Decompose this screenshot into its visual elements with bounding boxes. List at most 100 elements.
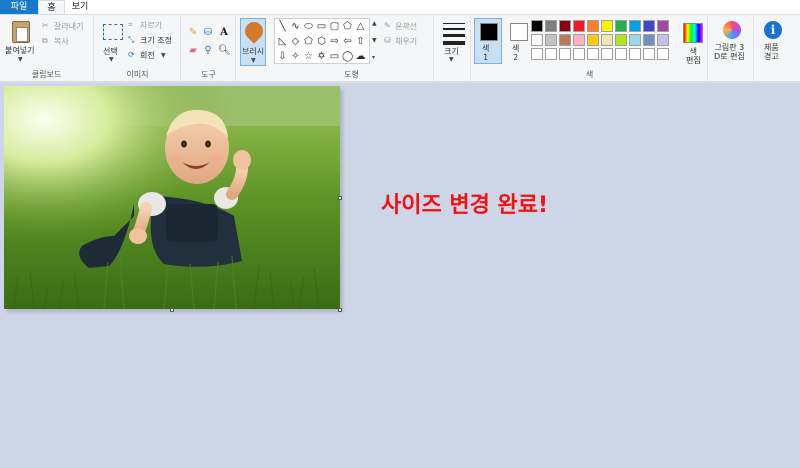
rectangle-icon[interactable]: ▭: [316, 21, 327, 32]
arrow-up-icon[interactable]: ⇧: [355, 36, 366, 47]
rotate-button[interactable]: 회전: [140, 50, 155, 61]
palette-swatch[interactable]: [601, 34, 613, 46]
palette-swatch[interactable]: [531, 34, 543, 46]
color2-button[interactable]: 색 2: [504, 18, 532, 64]
palette-swatch[interactable]: [643, 34, 655, 46]
hexagon-icon[interactable]: ⬡: [316, 36, 327, 47]
arrow-right-icon[interactable]: ⇨: [329, 36, 340, 47]
palette-swatch[interactable]: [657, 48, 669, 60]
colors-group-label: 색: [585, 70, 594, 79]
palette-swatch[interactable]: [587, 20, 599, 32]
palette-swatch[interactable]: [615, 20, 627, 32]
text-icon[interactable]: A: [218, 27, 230, 39]
palette-swatch[interactable]: [559, 48, 571, 60]
palette-swatch[interactable]: [559, 20, 571, 32]
palette-swatch[interactable]: [629, 34, 641, 46]
gallery-scroll-down-icon[interactable]: ▼: [372, 37, 377, 44]
diamond-icon[interactable]: ◇: [290, 36, 301, 47]
color-picker-icon[interactable]: ⚲: [202, 45, 214, 57]
palette-swatch[interactable]: [615, 34, 627, 46]
resize-icon: ⤡: [128, 35, 135, 44]
copy-button[interactable]: 복사: [54, 36, 69, 47]
right-triangle-icon[interactable]: ◺: [277, 36, 288, 47]
palette-swatch[interactable]: [643, 20, 655, 32]
curve-icon[interactable]: ∿: [290, 21, 301, 32]
palette-swatch[interactable]: [573, 48, 585, 60]
palette-swatch[interactable]: [657, 34, 669, 46]
palette-swatch[interactable]: [643, 48, 655, 60]
star5-icon[interactable]: ☆: [303, 51, 314, 62]
chevron-down-icon[interactable]: ▼: [449, 56, 454, 63]
callout-rect-icon[interactable]: ▭: [329, 51, 340, 62]
palette-swatch[interactable]: [601, 48, 613, 60]
paste-icon[interactable]: [12, 21, 30, 43]
drawing-canvas[interactable]: [4, 86, 340, 309]
palette-swatch[interactable]: [531, 48, 543, 60]
product-alert-button[interactable]: 제품 경고: [764, 43, 779, 61]
callout-oval-icon[interactable]: ◯: [342, 51, 353, 62]
crop-button[interactable]: 자르기: [140, 20, 162, 31]
edit-colors-icon[interactable]: [683, 23, 703, 43]
magnifier-icon[interactable]: 🔍︎: [218, 45, 231, 57]
resize-handle-corner[interactable]: [338, 308, 342, 312]
brush-label: 브러시: [242, 47, 265, 56]
edit-colors-button[interactable]: 색 편집: [686, 47, 701, 65]
color1-button[interactable]: 색 1: [474, 18, 502, 64]
triangle-icon[interactable]: △: [355, 21, 366, 32]
palette-swatch[interactable]: [629, 20, 641, 32]
tab-file[interactable]: 파일: [0, 0, 38, 14]
pentagon-icon[interactable]: ⬠: [303, 36, 314, 47]
palette-swatch[interactable]: [573, 20, 585, 32]
paint3d-icon[interactable]: [723, 21, 741, 39]
rounded-rectangle-icon[interactable]: ▢: [329, 21, 340, 32]
gallery-scroll-up-icon[interactable]: ▲: [372, 20, 377, 27]
fill-shape-icon: ⛁: [384, 36, 391, 45]
chevron-down-icon[interactable]: ▼: [18, 56, 23, 63]
cut-button[interactable]: 잘라내기: [54, 21, 83, 32]
size-line-2: [443, 28, 465, 30]
ribbon: 붙여넣기 ▼ ✂ 잘라내기 ⧉ 복사 클립보드 선택 ▼ ⌗ 자르기 ⤡ 크기 …: [0, 14, 800, 82]
alert-group: i 제품 경고: [755, 15, 800, 82]
info-icon[interactable]: i: [764, 21, 782, 39]
palette-swatch[interactable]: [657, 20, 669, 32]
resize-handle-right[interactable]: [338, 196, 342, 200]
tab-view[interactable]: 보기: [65, 0, 95, 14]
palette-swatch[interactable]: [559, 34, 571, 46]
palette-swatch[interactable]: [629, 48, 641, 60]
palette-swatch[interactable]: [601, 20, 613, 32]
oval-icon[interactable]: ⬭: [303, 21, 314, 32]
polygon-icon[interactable]: ⬠: [342, 21, 353, 32]
eraser-icon[interactable]: ▰: [187, 45, 199, 57]
resize-complete-caption: 사이즈 변경 완료!: [381, 193, 549, 218]
gallery-expand-icon[interactable]: ▾: [372, 54, 375, 61]
resize-handle-bottom[interactable]: [170, 308, 174, 312]
line-icon[interactable]: ╲: [277, 21, 288, 32]
palette-swatch[interactable]: [573, 34, 585, 46]
rotate-icon: ⟳: [128, 50, 135, 59]
pencil-icon[interactable]: ✎: [187, 27, 199, 39]
brush-button[interactable]: 브러시 ▼: [240, 18, 267, 66]
callout-cloud-icon[interactable]: ☁: [355, 51, 366, 62]
palette-swatch[interactable]: [587, 34, 599, 46]
chevron-down-icon[interactable]: ▼: [161, 52, 166, 59]
star4-icon[interactable]: ✧: [290, 51, 301, 62]
star6-icon[interactable]: ✡: [316, 51, 327, 62]
palette-swatch[interactable]: [531, 20, 543, 32]
palette-swatch[interactable]: [545, 20, 557, 32]
palette-swatch[interactable]: [587, 48, 599, 60]
select-icon[interactable]: [103, 24, 123, 40]
chevron-down-icon[interactable]: ▼: [109, 56, 114, 63]
tab-home[interactable]: 홈: [38, 0, 65, 14]
arrow-down-icon[interactable]: ⇩: [277, 51, 288, 62]
fill-icon[interactable]: ⛁: [202, 27, 214, 39]
arrow-left-icon[interactable]: ⇦: [342, 36, 353, 47]
fill-shape-button[interactable]: 채우기: [395, 36, 417, 47]
size-line-4: [443, 41, 465, 45]
palette-swatch[interactable]: [615, 48, 627, 60]
resize-button[interactable]: 크기 조정: [140, 35, 172, 46]
palette-swatch[interactable]: [545, 48, 557, 60]
outline-button[interactable]: 윤곽선: [395, 21, 417, 32]
palette-swatch[interactable]: [545, 34, 557, 46]
paint3d-button[interactable]: 그림판 3 D로 편집: [714, 43, 745, 61]
paste-button[interactable]: 붙여넣기: [5, 45, 34, 56]
